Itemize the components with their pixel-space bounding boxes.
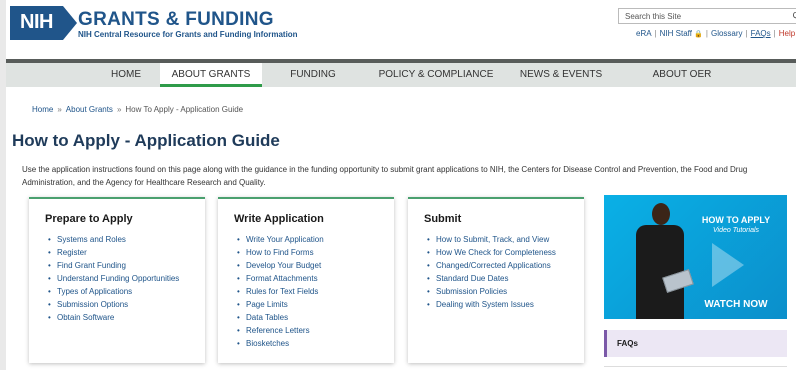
list-item[interactable]: How We Check for Completeness (424, 246, 584, 259)
nih-logo-text: NIH (10, 6, 63, 40)
promo-title: HOW TO APPLY (701, 215, 771, 225)
card-title[interactable]: Prepare to Apply (45, 213, 205, 225)
card-prepare-to-apply: Prepare to Apply Systems and Roles Regis… (29, 197, 205, 363)
presenter-head-illustration (652, 203, 670, 225)
glossary-link[interactable]: Glossary (711, 29, 743, 38)
nih-staff-link[interactable]: NIH Staff 🔒 (660, 29, 703, 38)
nav-item-about-grants[interactable]: ABOUT GRANTS (160, 63, 262, 87)
divider: | (705, 29, 708, 38)
list-item[interactable]: Submission Policies (424, 285, 584, 298)
promo-subtitle: Video Tutorials (712, 227, 760, 234)
card-write-application: Write Application Write Your Application… (218, 197, 394, 363)
breadcrumb-about-grants[interactable]: About Grants (66, 105, 113, 114)
breadcrumb-separator: » (116, 105, 122, 114)
list-item[interactable]: Understand Funding Opportunities (45, 272, 205, 285)
list-item[interactable]: How to Find Forms (234, 246, 394, 259)
list-item[interactable]: Find Grant Funding (45, 259, 205, 272)
nav-item-about-oer[interactable]: ABOUT OER (632, 63, 732, 87)
nav-item-policy-compliance[interactable]: POLICY & COMPLIANCE (366, 63, 506, 87)
faqs-link[interactable]: FAQs (751, 29, 771, 38)
faqs-sidebar-item[interactable]: FAQs (604, 330, 787, 357)
divider: | (654, 29, 657, 38)
list-item[interactable]: Systems and Roles (45, 233, 205, 246)
nav-item-funding[interactable]: FUNDING (268, 63, 358, 87)
list-item[interactable]: How to Submit, Track, and View (424, 233, 584, 246)
breadcrumb-current: How To Apply - Application Guide (125, 105, 244, 114)
list-item[interactable]: Standard Due Dates (424, 272, 584, 285)
list-item[interactable]: Write Your Application (234, 233, 394, 246)
list-item[interactable]: Data Tables (234, 311, 394, 324)
breadcrumb-separator: » (57, 105, 62, 114)
nav-item-news-events[interactable]: NEWS & EVENTS (506, 63, 616, 87)
main-nav: HOME ABOUT GRANTS FUNDING POLICY & COMPL… (6, 63, 796, 87)
lock-icon: 🔒 (694, 31, 703, 38)
search-placeholder: Search this Site (625, 12, 682, 21)
watch-now-button[interactable]: WATCH NOW (688, 299, 784, 310)
breadcrumb-home[interactable]: Home (32, 105, 53, 114)
list-item[interactable]: Page Limits (234, 298, 394, 311)
help-link[interactable]: Help (779, 29, 795, 38)
list-item[interactable]: Format Attachments (234, 272, 394, 285)
search-input[interactable]: Search this Site Q (618, 8, 796, 24)
card-link-list: How to Submit, Track, and View How We Ch… (424, 233, 584, 311)
card-link-list: Write Your Application How to Find Forms… (234, 233, 394, 350)
list-item[interactable]: Types of Applications (45, 285, 205, 298)
list-item[interactable]: Changed/Corrected Applications (424, 259, 584, 272)
nih-staff-label: NIH Staff (659, 29, 692, 38)
intro-text: Use the application instructions found o… (22, 165, 748, 187)
list-item[interactable]: Reference Letters (234, 324, 394, 337)
site-subtitle: NIH Central Resource for Grants and Fund… (78, 30, 298, 39)
list-item[interactable]: Submission Options (45, 298, 205, 311)
site-header: NIH GRANTS & FUNDING NIH Central Resourc… (6, 0, 796, 58)
card-title[interactable]: Write Application (234, 213, 394, 225)
list-item[interactable]: Rules for Text Fields (234, 285, 394, 298)
list-item[interactable]: Dealing with System Issues (424, 298, 584, 311)
card-link-list: Systems and Roles Register Find Grant Fu… (45, 233, 205, 324)
breadcrumb: Home» About Grants» How To Apply - Applica… (32, 105, 243, 114)
site-title[interactable]: GRANTS & FUNDING (78, 9, 274, 31)
list-item[interactable]: Develop Your Budget (234, 259, 394, 272)
list-item[interactable]: Obtain Software (45, 311, 205, 324)
nih-logo-chevron-icon (62, 6, 77, 40)
card-submit: Submit How to Submit, Track, and View Ho… (408, 197, 584, 363)
nih-logo[interactable]: NIH (10, 6, 77, 40)
era-link[interactable]: eRA (636, 29, 652, 38)
list-item[interactable]: Register (45, 246, 205, 259)
sidebar-divider (604, 366, 787, 367)
play-icon (712, 243, 744, 287)
divider: | (745, 29, 748, 38)
page-title: How to Apply - Application Guide (12, 131, 280, 150)
list-item[interactable]: Biosketches (234, 337, 394, 350)
utility-links: eRA | NIH Staff 🔒 | Glossary | FAQs | Help (636, 29, 795, 38)
divider: | (773, 29, 776, 38)
card-title[interactable]: Submit (424, 213, 584, 225)
video-tutorials-promo[interactable]: HOW TO APPLY Video Tutorials WATCH NOW (604, 195, 787, 319)
